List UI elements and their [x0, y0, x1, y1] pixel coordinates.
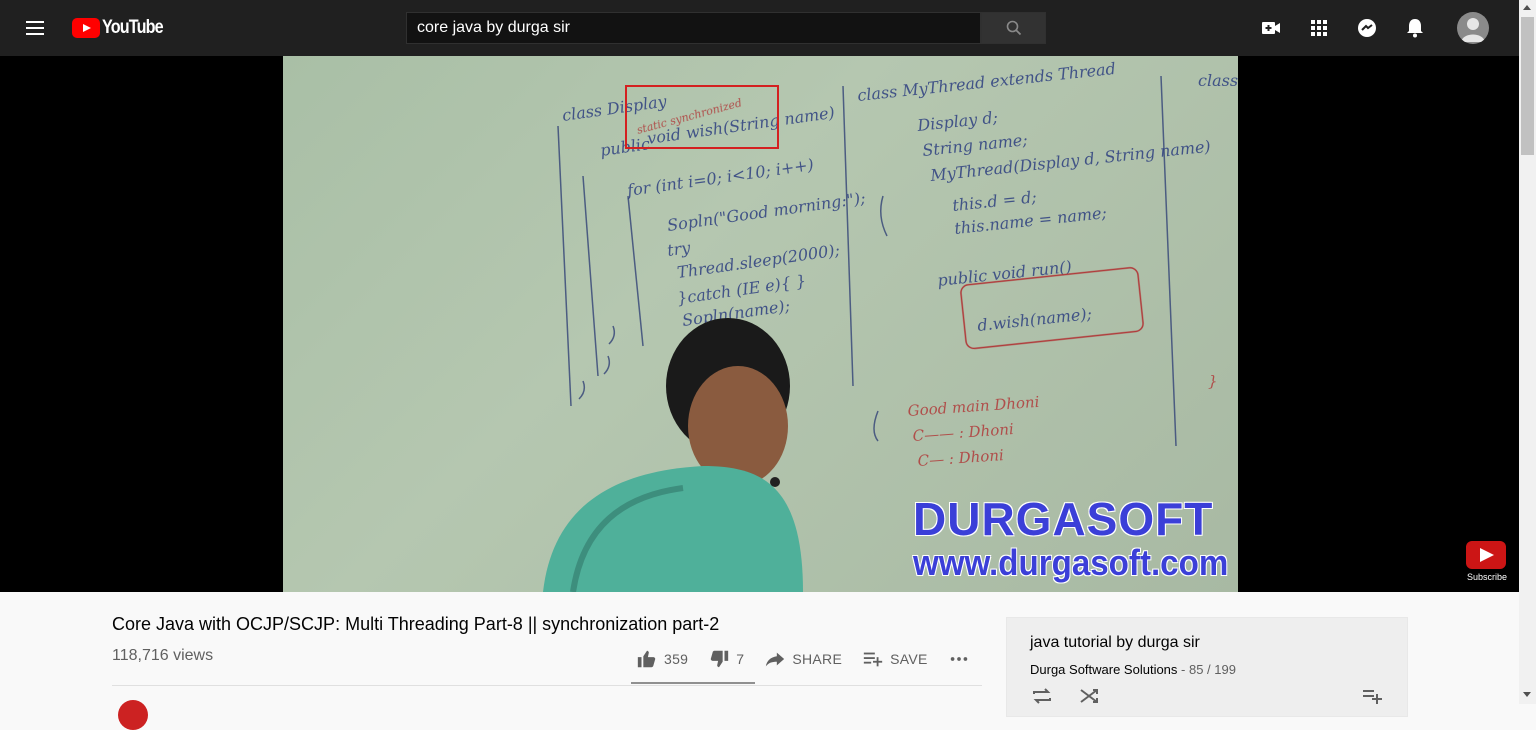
playlist-channel[interactable]: Durga Software Solutions [1030, 662, 1177, 677]
scroll-thumb[interactable] [1521, 17, 1534, 155]
like-dislike-bar [631, 682, 755, 684]
svg-text:}: } [1208, 372, 1218, 390]
save-playlist-icon[interactable] [1361, 688, 1383, 704]
svg-text:C—— : Dhoni: C—— : Dhoni [912, 420, 1014, 445]
video-title: Core Java with OCJP/SCJP: Multi Threadin… [112, 614, 720, 634]
playlist-panel: java tutorial by durga sir Durga Softwar… [1006, 617, 1408, 717]
svg-text:String name;: String name; [921, 130, 1028, 160]
top-bar: YouTube core java by durga sir [0, 0, 1519, 56]
save-label: SAVE [890, 651, 928, 667]
dislike-count: 7 [736, 651, 745, 667]
svg-text:try: try [666, 238, 692, 260]
apps-grid-icon[interactable] [1307, 16, 1331, 40]
playlist-subtitle: Durga Software Solutions - 85 / 199 [1030, 662, 1236, 677]
youtube-logo[interactable]: YouTube [72, 17, 173, 38]
search-button[interactable] [981, 12, 1046, 44]
svg-text:Good main Dhoni: Good main Dhoni [907, 393, 1040, 420]
more-horizontal-icon [950, 657, 967, 661]
playlist-position: 85 / 199 [1188, 662, 1236, 677]
watermark-url: www.durgasoft.com [913, 542, 1229, 583]
dislike-button[interactable]: 7 [708, 648, 744, 670]
playlist-separator: - [1177, 662, 1189, 677]
account-avatar[interactable] [1457, 12, 1489, 44]
scroll-up-arrow-icon[interactable] [1523, 5, 1531, 10]
svg-text:Thread.sleep(2000);: Thread.sleep(2000); [676, 240, 841, 282]
video-actions: 359 7 SHARE SAVE [636, 646, 996, 672]
view-count: 118,716 views [112, 647, 214, 664]
more-actions-button[interactable] [948, 648, 976, 670]
svg-text:Sopln("Good morning:");: Sopln("Good morning:"); [666, 188, 867, 235]
video-camera-icon[interactable] [1259, 16, 1283, 40]
youtube-play-icon [1466, 541, 1506, 569]
hamburger-menu-icon[interactable] [24, 16, 48, 40]
thumbs-down-icon [711, 650, 729, 668]
divider [112, 685, 982, 686]
subscribe-label: Subscribe [1466, 572, 1508, 582]
bell-icon[interactable] [1403, 16, 1427, 40]
page-scrollbar[interactable] [1519, 0, 1536, 704]
account-icon [1461, 18, 1485, 42]
video-watermark: DURGASOFT www.durgasoft.com [913, 494, 1233, 582]
share-icon [766, 652, 785, 667]
watermark-name: DURGASOFT [913, 493, 1214, 545]
svg-text:class: class [1198, 71, 1238, 90]
messages-icon[interactable] [1355, 16, 1379, 40]
shuffle-icon[interactable] [1079, 688, 1101, 704]
channel-avatar[interactable] [118, 700, 148, 730]
svg-text:Display d;: Display d; [915, 108, 998, 135]
like-ratio-fill [631, 682, 753, 684]
playlist-add-icon [863, 652, 883, 667]
share-button[interactable]: SHARE [764, 648, 842, 670]
svg-text:public void run(): public void run() [936, 257, 1072, 290]
like-button[interactable]: 359 [636, 648, 688, 670]
loop-icon[interactable] [1031, 688, 1053, 704]
logo-text: YouTube [102, 17, 164, 38]
video-frame[interactable]: class Display public void wish(String na… [283, 56, 1238, 592]
search-icon [1006, 20, 1022, 36]
playlist-title[interactable]: java tutorial by durga sir [1030, 634, 1200, 652]
thumbs-up-icon [637, 650, 656, 668]
like-count: 359 [664, 651, 689, 667]
svg-text:for (int i=0; i<10; i++): for (int i=0; i<10; i++) [625, 155, 815, 200]
svg-text:C— : Dhoni: C— : Dhoni [917, 446, 1004, 470]
save-button[interactable]: SAVE [862, 648, 928, 670]
subscribe-watermark-button[interactable]: Subscribe [1466, 541, 1508, 583]
scroll-down-arrow-icon[interactable] [1523, 692, 1531, 697]
svg-text:d.wish(name);: d.wish(name); [976, 304, 1092, 335]
share-label: SHARE [792, 651, 843, 667]
svg-text:class MyThread extends Thread: class MyThread extends Thread [856, 59, 1116, 105]
youtube-play-icon [72, 18, 100, 38]
search-input[interactable]: core java by durga sir [406, 12, 981, 44]
